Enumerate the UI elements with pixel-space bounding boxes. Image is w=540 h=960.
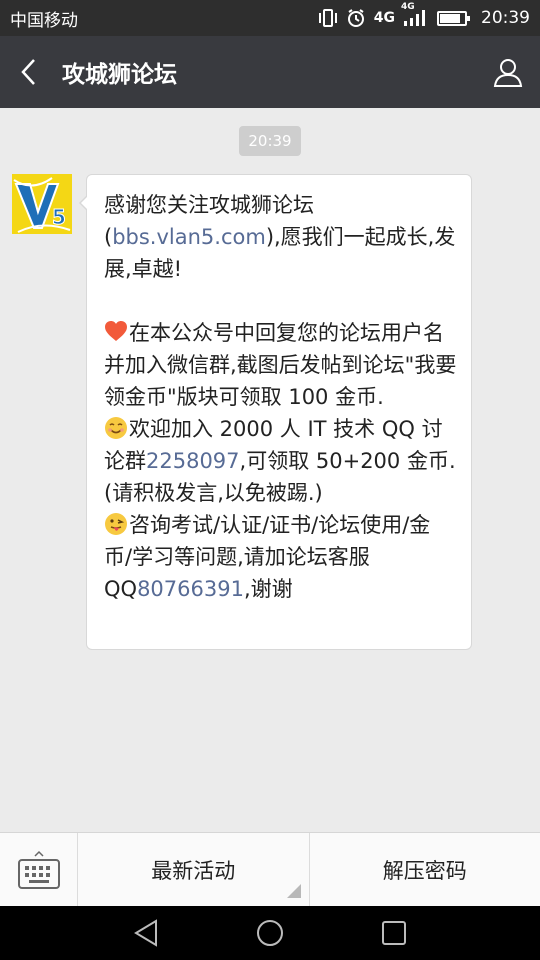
- nav-back-button[interactable]: [124, 911, 168, 955]
- battery-icon: [437, 10, 470, 26]
- back-icon: [21, 59, 35, 85]
- system-nav-bar: [0, 906, 540, 960]
- menu-item-label: 解压密码: [382, 858, 467, 883]
- menu-item-latest-events[interactable]: 最新活动: [78, 833, 309, 906]
- status-bar: 中国移动 4G 4G 20:39: [0, 0, 540, 36]
- signal-icon: 4G: [401, 2, 425, 27]
- status-icons: 4G 4G 20:39: [318, 2, 530, 28]
- message-paragraph-3: 欢迎加入 2000 人 IT 技术 QQ 讨论群2258097,可领取 50+2…: [104, 413, 457, 509]
- message-paragraph-2: 在本公众号中回复您的论坛用户名并加入微信群,截图后发帖到论坛"我要领金币"版块可…: [104, 317, 457, 413]
- chat-area[interactable]: 20:39 5 感谢您关注攻城狮论坛(bbs.vlan5.com),愿我们一起成…: [0, 108, 540, 832]
- status-time: 20:39: [481, 8, 530, 28]
- network-type-small: 4G: [401, 2, 415, 12]
- network-type: 4G: [373, 10, 395, 26]
- nav-home-icon: [257, 920, 283, 946]
- qq-group-link[interactable]: 2258097: [146, 449, 240, 473]
- message-text: 在本公众号中回复您的论坛用户名并加入微信群,截图后发帖到论坛"我要领金币"版块可…: [104, 321, 457, 409]
- message-timestamp: 20:39: [239, 126, 301, 156]
- message-bubble[interactable]: 感谢您关注攻城狮论坛(bbs.vlan5.com),愿我们一起成长,发展,卓越!…: [79, 174, 472, 650]
- page-title: 攻城狮论坛: [62, 62, 177, 88]
- avatar[interactable]: 5: [12, 174, 72, 234]
- forum-link[interactable]: bbs.vlan5.com: [112, 225, 266, 249]
- nav-recent-button[interactable]: [372, 911, 416, 955]
- keyboard-toggle-button[interactable]: [0, 833, 78, 906]
- nav-recent-icon: [382, 921, 406, 945]
- header-bar: 攻城狮论坛: [0, 36, 540, 108]
- menu-item-label: 最新活动: [151, 858, 236, 883]
- v5-logo: 5: [12, 174, 72, 234]
- profile-button[interactable]: [476, 36, 540, 108]
- menu-item-unzip-password[interactable]: 解压密码: [308, 833, 540, 906]
- keyboard-icon: [17, 850, 60, 889]
- back-button[interactable]: [0, 36, 56, 108]
- nav-back-icon: [134, 919, 157, 947]
- qq-service-link[interactable]: 80766391: [137, 577, 244, 601]
- message-paragraph-4: 咨询考试/认证/证书/论坛使用/金币/学习等问题,请加论坛客服 QQ807663…: [104, 509, 457, 605]
- carrier-label: 中国移动: [10, 10, 78, 31]
- tongue-emoji: [105, 513, 127, 535]
- profile-icon: [493, 59, 523, 87]
- alarm-icon: [346, 8, 366, 28]
- message-text: ,谢谢: [243, 577, 293, 601]
- message-paragraph-1: 感谢您关注攻城狮论坛(bbs.vlan5.com),愿我们一起成长,发展,卓越!: [104, 189, 457, 285]
- vibrate-icon: [318, 9, 338, 27]
- bottom-menu: 最新活动 解压密码: [0, 832, 540, 906]
- nav-home-button[interactable]: [248, 911, 292, 955]
- submenu-indicator-icon: [286, 884, 301, 898]
- smile-emoji: [105, 417, 127, 439]
- heart-emoji: [105, 321, 127, 341]
